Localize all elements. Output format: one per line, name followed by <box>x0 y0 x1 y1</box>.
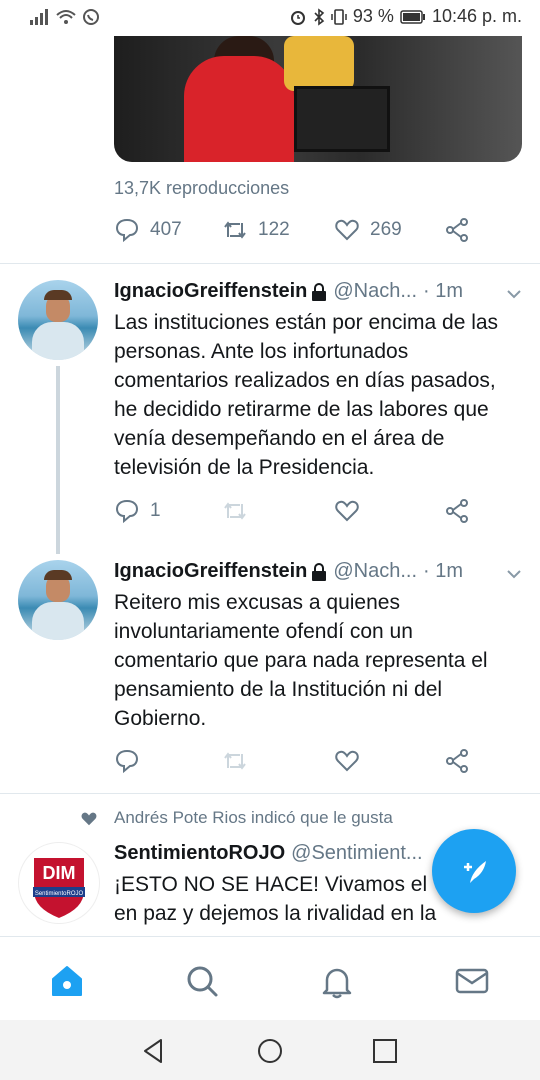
user-name[interactable]: IgnacioGreiffenstein <box>114 280 307 303</box>
like-button[interactable] <box>334 498 444 524</box>
reply-icon <box>115 218 139 243</box>
tweet-actions <box>114 748 470 774</box>
reply-count: 1 <box>150 500 161 521</box>
status-bar: 93 % 10:46 p. m. <box>0 0 540 36</box>
chevron-down-icon[interactable] <box>506 566 522 582</box>
reply-count: 407 <box>150 219 182 240</box>
home-icon[interactable] <box>47 961 87 1001</box>
avatar[interactable] <box>18 280 98 360</box>
vibrate-icon <box>331 8 347 25</box>
retweet-icon <box>224 502 246 520</box>
share-button[interactable] <box>444 217 470 243</box>
tweet-text: Las instituciones están por encima de la… <box>114 311 499 479</box>
bottom-tab-bar <box>0 936 540 1021</box>
reply-icon <box>115 499 139 524</box>
like-count: 269 <box>370 219 402 240</box>
retweet-button[interactable]: 122 <box>222 217 334 243</box>
battery-icon <box>400 9 425 24</box>
recents-icon[interactable] <box>370 1036 400 1066</box>
share-icon <box>446 499 468 523</box>
avatar-hair <box>44 290 72 300</box>
wifi-icon <box>56 10 76 24</box>
user-name[interactable]: SentimientoROJO <box>114 842 285 865</box>
heart-icon <box>335 500 359 522</box>
clock: 10:46 p. m. <box>431 6 522 26</box>
share-button[interactable] <box>444 498 470 524</box>
signal-icon <box>30 9 48 25</box>
like-button[interactable] <box>334 748 444 774</box>
retweet-button-disabled <box>222 748 334 774</box>
compose-feather-icon <box>464 861 486 883</box>
avatar[interactable] <box>18 560 98 640</box>
avatar-logo-subtext: SentimientoROJO <box>35 891 84 897</box>
tweet-time: · 1m <box>423 560 464 582</box>
notifications-icon[interactable] <box>317 961 357 1001</box>
status-icons-left <box>30 8 100 26</box>
heart-icon <box>335 750 359 772</box>
reply-button[interactable]: 407 <box>114 217 222 243</box>
retweet-icon <box>224 752 246 770</box>
tweet-time: · 1m <box>423 280 464 302</box>
retweet-icon <box>224 221 246 239</box>
share-button[interactable] <box>444 748 470 774</box>
heart-filled-icon <box>81 812 97 826</box>
share-icon <box>446 218 468 242</box>
user-handle[interactable]: @Sentimient... <box>291 842 422 865</box>
home-nav-icon[interactable] <box>255 1036 285 1066</box>
user-name[interactable]: IgnacioGreiffenstein <box>114 560 307 583</box>
compose-tweet-button[interactable] <box>432 829 516 913</box>
avatar-sentimientorojo[interactable]: DIM SentimientoROJO <box>18 842 100 924</box>
back-icon[interactable] <box>139 1036 169 1066</box>
tweet-text: Reitero mis excusas a quienes involuntar… <box>114 591 488 730</box>
whatsapp-icon <box>83 9 99 25</box>
thread-line <box>56 366 60 554</box>
battery-percent: 93 % <box>352 6 394 26</box>
avatar-logo-text: DIM <box>43 863 76 883</box>
shield-logo-icon: DIM SentimientoROJO <box>32 856 86 921</box>
divider <box>0 263 540 264</box>
video-views: 13,7K reproducciones <box>114 178 290 198</box>
avatar-hair <box>44 570 72 580</box>
retweet-count: 122 <box>258 219 290 240</box>
status-icons-right: 93 % 10:46 p. m. <box>289 6 522 27</box>
tweet-actions: 1 <box>114 498 470 524</box>
lock-icon <box>312 282 327 301</box>
search-icon[interactable] <box>182 961 222 1001</box>
like-button[interactable]: 269 <box>334 217 444 243</box>
messages-icon[interactable] <box>452 961 492 1001</box>
avatar-body <box>32 322 84 360</box>
reply-button[interactable]: 1 <box>114 498 222 524</box>
user-handle[interactable]: @Nach... <box>333 560 417 583</box>
avatar-body <box>32 602 84 640</box>
user-handle[interactable]: @Nach... <box>333 280 417 303</box>
heart-icon <box>335 219 359 241</box>
bluetooth-icon <box>314 7 325 26</box>
alarm-icon <box>290 10 305 25</box>
chevron-down-icon[interactable] <box>506 286 522 302</box>
reply-icon <box>115 749 139 774</box>
android-nav-bar <box>0 1020 540 1080</box>
video-background-person <box>284 36 354 91</box>
previous-tweet-actions: 407 122 269 <box>114 217 470 243</box>
tweet-header: IgnacioGreiffenstein @Nach... · 1m <box>114 280 463 303</box>
video-monitor <box>294 86 390 152</box>
retweet-button-disabled <box>222 498 334 524</box>
lock-icon <box>312 562 327 581</box>
reply-button[interactable] <box>114 748 222 774</box>
divider <box>0 793 540 794</box>
video-person <box>184 56 294 162</box>
video-thumbnail[interactable] <box>114 36 522 162</box>
share-icon <box>446 749 468 773</box>
social-context[interactable]: Andrés Pote Rios indicó que le gusta <box>114 808 393 828</box>
tweet-header: SentimientoROJO @Sentimient... <box>114 842 423 865</box>
tweet-header: IgnacioGreiffenstein @Nach... · 1m <box>114 560 463 583</box>
